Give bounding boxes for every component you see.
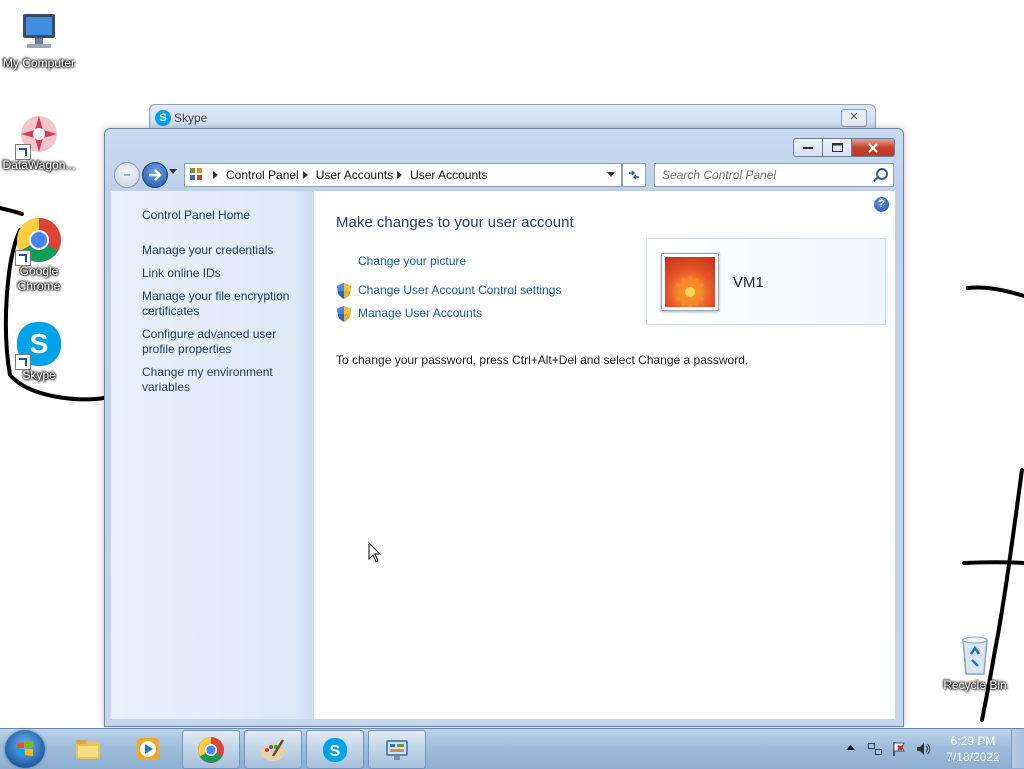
mouse-cursor-icon (368, 542, 382, 563)
uac-settings-link[interactable]: Change User Account Control settings (358, 283, 561, 297)
shortcut-arrow-icon (15, 250, 31, 266)
clock-time: 6:29 PM (950, 734, 996, 748)
taskbar-skype-button[interactable]: S (306, 730, 364, 769)
recycle-bin-icon (951, 630, 999, 678)
search-icon[interactable] (876, 168, 888, 180)
shortcut-arrow-icon (15, 354, 31, 370)
advanced-profile-link[interactable]: Configure advanced user profile properti… (142, 327, 302, 357)
address-bar[interactable]: Control Panel User Accounts User Account… (184, 163, 622, 187)
maximize-button[interactable] (823, 138, 852, 157)
desktop-icon-my-computer[interactable]: My Computer (0, 8, 78, 71)
taskbar-control-panel-button[interactable] (368, 730, 426, 769)
flower-picture-icon (665, 257, 715, 307)
windows-logo-icon (17, 741, 33, 756)
chrome-icon (15, 216, 63, 266)
explorer-icon (76, 740, 100, 759)
chrome-icon (198, 737, 224, 763)
volume-icon[interactable] (915, 741, 931, 757)
show-desktop-button[interactable] (1011, 729, 1024, 768)
desktop-icon-label: DataWagon... (2, 158, 76, 172)
arrow-right-icon (149, 169, 162, 181)
desktop-icon-label: Skype (22, 368, 56, 382)
recent-pages-dropdown[interactable] (169, 169, 177, 174)
skype-icon: S (155, 110, 171, 126)
navigation-pane: Control Panel Home Manage your credentia… (111, 191, 314, 719)
back-button[interactable] (114, 162, 140, 188)
desktop-icon-label: Google Chrome (17, 264, 61, 293)
show-hidden-icons-button[interactable] (846, 744, 855, 751)
account-picture[interactable] (661, 253, 719, 311)
search-input[interactable] (662, 168, 872, 182)
refresh-icon (629, 170, 639, 180)
svg-text:S: S (330, 743, 341, 760)
desktop-icon-skype[interactable]: S Skype (0, 320, 78, 383)
control-panel-icon (386, 740, 408, 760)
taskbar-media-player-button[interactable] (120, 730, 176, 767)
breadcrumb-separator-icon[interactable] (397, 171, 403, 179)
taskbar-explorer-button[interactable] (60, 730, 116, 767)
file-encryption-link[interactable]: Manage your file encryption certificates (142, 289, 302, 319)
uac-shield-icon (337, 306, 351, 322)
main-pane: ? Make changes to your user account Chan… (314, 191, 895, 719)
taskbar-paint-button[interactable] (244, 730, 302, 769)
caption-buttons (793, 138, 895, 157)
refresh-button[interactable] (622, 163, 646, 187)
maximize-icon (831, 143, 843, 152)
close-button[interactable]: ✕ (841, 109, 867, 127)
taskbar-chrome-button[interactable] (182, 730, 240, 769)
action-center-flag-icon[interactable] (891, 741, 907, 757)
help-button[interactable]: ? (874, 197, 889, 212)
skype-icon: S (15, 320, 63, 370)
environment-variables-link[interactable]: Change my environment variables (142, 365, 302, 395)
breadcrumb: Control Panel User Accounts User Account… (209, 168, 487, 182)
computer-icon (15, 8, 63, 56)
change-picture-link[interactable]: Change your picture (358, 254, 466, 268)
window-title: Skype (174, 111, 208, 125)
clock-date: 7/18/2022 (946, 750, 1000, 764)
system-clock[interactable]: 6:29 PM 7/18/2022 (940, 733, 1006, 765)
breadcrumb-user-accounts-current[interactable]: User Accounts (410, 168, 487, 182)
task-links: Manage your credentials Link online IDs … (142, 243, 302, 403)
desktop-icon-label: Recycle Bin (943, 678, 1007, 692)
control-panel-window[interactable]: Control Panel User Accounts User Account… (104, 128, 904, 727)
taskbar: S (0, 728, 1024, 769)
skype-icon: S (323, 738, 347, 762)
page-title: Make changes to your user account (336, 214, 574, 231)
start-button[interactable] (5, 730, 45, 768)
forward-button[interactable] (142, 162, 168, 188)
paint-icon (261, 739, 285, 761)
desktop-icon-recycle-bin[interactable]: Recycle Bin (936, 630, 1014, 693)
breadcrumb-control-panel[interactable]: Control Panel (226, 168, 299, 182)
password-instructions: To change your password, press Ctrl+Alt+… (336, 353, 749, 367)
account-name: VM1 (733, 274, 764, 291)
desktop-icon-google-chrome[interactable]: Google Chrome (0, 216, 78, 294)
desktop-icon-datawagon[interactable]: DataWagon... (0, 110, 78, 173)
content-area: Control Panel Home Manage your credentia… (111, 191, 895, 719)
breadcrumb-separator-icon (213, 171, 218, 179)
svg-text:S: S (30, 328, 49, 359)
arrow-left-icon (124, 174, 130, 176)
chevron-down-icon[interactable] (607, 172, 615, 177)
minimize-button[interactable] (793, 138, 823, 157)
minimize-icon (803, 146, 813, 149)
close-icon (868, 142, 878, 153)
desktop-icon-label: My Computer (2, 56, 76, 70)
close-button[interactable] (852, 138, 895, 157)
shortcut-arrow-icon (15, 144, 31, 160)
media-player-icon (137, 738, 159, 760)
account-tile: VM1 (646, 238, 886, 325)
control-panel-icon (190, 168, 202, 180)
control-panel-home-link[interactable]: Control Panel Home (142, 208, 250, 222)
search-box[interactable] (654, 163, 894, 187)
breadcrumb-user-accounts[interactable]: User Accounts (316, 168, 393, 182)
network-icon[interactable] (867, 741, 883, 757)
uac-shield-icon (337, 283, 351, 299)
datawagon-icon (15, 110, 63, 160)
breadcrumb-separator-icon[interactable] (302, 171, 308, 179)
manage-credentials-link[interactable]: Manage your credentials (142, 243, 302, 258)
manage-user-accounts-link[interactable]: Manage User Accounts (358, 306, 482, 320)
link-online-ids-link[interactable]: Link online IDs (142, 266, 302, 281)
